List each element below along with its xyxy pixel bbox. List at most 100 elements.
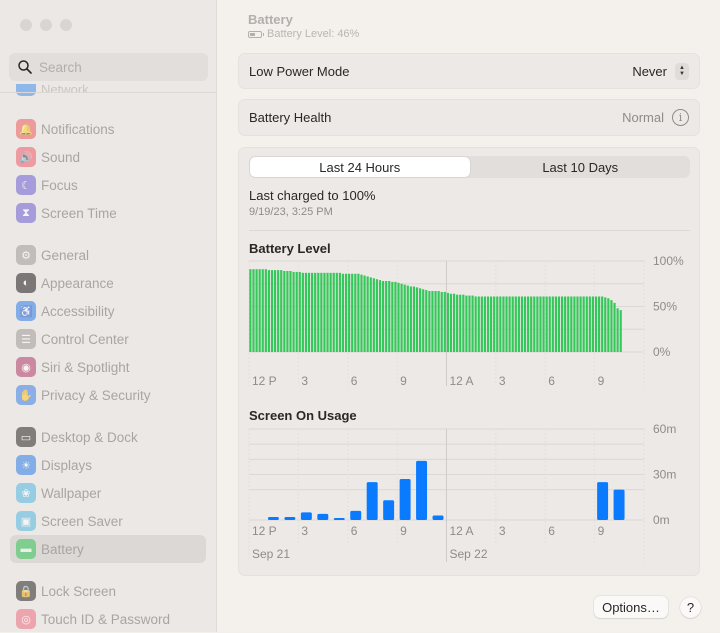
sidebar-item-battery[interactable]: ▬ Battery [10, 535, 206, 563]
last-charged-time: 9/19/23, 3:25 PM [249, 206, 333, 218]
battery-bar [255, 269, 258, 352]
battery-bar [397, 282, 400, 352]
y-tick-label: 100% [653, 256, 684, 268]
moon-icon: ☾ [16, 175, 36, 195]
sidebar-item-desktop-and-dock[interactable]: ▭ Desktop & Dock [10, 423, 206, 451]
battery-bar [320, 272, 323, 352]
sidebar-item-label: General [41, 247, 90, 263]
sidebar-item-lock-screen[interactable]: 🔒 Lock Screen [10, 577, 206, 605]
battery-bar [369, 277, 372, 352]
battery-bar [270, 270, 274, 352]
battery-bar [462, 294, 465, 352]
time-range-segmented-control: Last 24 Hours Last 10 Days [249, 156, 690, 178]
divider [249, 230, 690, 231]
usage-card: Last 24 Hours Last 10 Days Last charged … [238, 147, 700, 576]
tab-last-10-days[interactable]: Last 10 Days [471, 156, 691, 178]
battery-bar [332, 272, 335, 352]
battery-bar [409, 286, 412, 352]
x-tick-label: 9 [598, 374, 605, 388]
close-button[interactable] [20, 19, 32, 31]
battery-bar [317, 272, 320, 352]
x-tick-label: 3 [499, 524, 506, 538]
sidebar-item-control-center[interactable]: ☰ Control Center [10, 325, 206, 353]
battery-bar [283, 271, 286, 352]
zoom-button[interactable] [60, 19, 72, 31]
battery-bar [338, 272, 341, 352]
battery-bar [483, 296, 487, 352]
low-power-mode-popup[interactable]: Never ▲ ▼ [632, 62, 689, 80]
battery-bar [277, 270, 280, 352]
battery-bar [567, 296, 570, 352]
x-tick-label: 9 [400, 374, 407, 388]
battery-bar [348, 273, 351, 352]
battery-bar [502, 296, 505, 352]
battery-bar [480, 296, 483, 352]
sidebar: Network 🔔 Notifications 🔊 Sound ☾ Focus ⧗ Scree… [0, 0, 217, 632]
flower-icon: ❀ [16, 483, 36, 503]
chevron-up-down-icon[interactable]: ▲ ▼ [675, 62, 689, 80]
search-field[interactable] [9, 53, 208, 81]
main-pane: Battery Battery Level: 46% Low Power Mod… [218, 0, 720, 632]
sidebar-item-network-partial[interactable]: Network [41, 82, 89, 92]
battery-bar [375, 279, 379, 352]
battery-bar [378, 280, 382, 352]
battery-health-label: Battery Health [249, 110, 332, 125]
sidebar-item-label: Battery [41, 541, 84, 557]
battery-bar [431, 291, 434, 352]
battery-bar [406, 285, 409, 352]
battery-bar [428, 291, 431, 352]
usage-bar [284, 516, 296, 520]
sidebar-item-touch-id-and-password[interactable]: ◎ Touch ID & Password [10, 605, 206, 633]
appearance-icon: ◐ [16, 273, 36, 293]
battery-bar [536, 296, 539, 352]
battery-bar [403, 284, 406, 352]
tab-last-24-hours[interactable]: Last 24 Hours [250, 157, 470, 177]
battery-bar [588, 296, 591, 352]
help-button[interactable]: ? [680, 597, 701, 618]
battery-bar [523, 296, 527, 352]
battery-bar [477, 296, 480, 352]
usage-bar [300, 512, 312, 520]
battery-bar [539, 296, 542, 352]
sidebar-item-notifications[interactable]: 🔔 Notifications [10, 115, 206, 143]
battery-bar [474, 296, 477, 352]
battery-bar [422, 289, 425, 352]
battery-bar [449, 293, 453, 352]
sidebar-item-wallpaper[interactable]: ❀ Wallpaper [10, 479, 206, 507]
usage-bar [416, 460, 428, 520]
battery-bar [508, 296, 511, 352]
x-tick-label: 9 [400, 524, 407, 538]
battery-bar [511, 296, 514, 352]
sidebar-item-accessibility[interactable]: ♿ Accessibility [10, 297, 206, 325]
speaker-icon: 🔊 [16, 147, 36, 167]
battery-bar [341, 273, 345, 352]
battery-bar [486, 296, 490, 352]
low-power-mode-value[interactable]: Never [632, 64, 667, 79]
battery-bar [579, 296, 582, 352]
last-charged-label: Last charged to 100% [249, 188, 376, 203]
hand-icon: ✋ [16, 385, 36, 405]
sidebar-item-label: Siri & Spotlight [41, 359, 130, 375]
search-input[interactable] [39, 59, 189, 75]
battery-bar [548, 296, 551, 352]
bell-icon: 🔔 [16, 119, 36, 139]
info-icon[interactable]: i [672, 109, 689, 126]
battery-bar [434, 291, 437, 352]
sidebar-item-general[interactable]: ⚙ General [10, 241, 206, 269]
sidebar-item-siri-and-spotlight[interactable]: ◉ Siri & Spotlight [10, 353, 206, 381]
battery-bar [261, 269, 264, 352]
x-tick-label: 12 P [252, 524, 277, 538]
minimize-button[interactable] [40, 19, 52, 31]
sidebar-item-privacy-and-security[interactable]: ✋ Privacy & Security [10, 381, 206, 409]
battery-bar [264, 269, 267, 352]
battery-bar [471, 295, 474, 352]
sidebar-item-displays[interactable]: ☀ Displays [10, 451, 206, 479]
sidebar-item-screen-saver[interactable]: ▣ Screen Saver [10, 507, 206, 535]
sidebar-item-appearance[interactable]: ◐ Appearance [10, 269, 206, 297]
options-button[interactable]: Options… [594, 596, 668, 618]
sidebar-item-screen-time[interactable]: ⧗ Screen Time [10, 199, 206, 227]
battery-bar [542, 296, 545, 352]
sidebar-item-focus[interactable]: ☾ Focus [10, 171, 206, 199]
sidebar-item-sound[interactable]: 🔊 Sound [10, 143, 206, 171]
x-tick-label: 12 A [450, 374, 474, 388]
